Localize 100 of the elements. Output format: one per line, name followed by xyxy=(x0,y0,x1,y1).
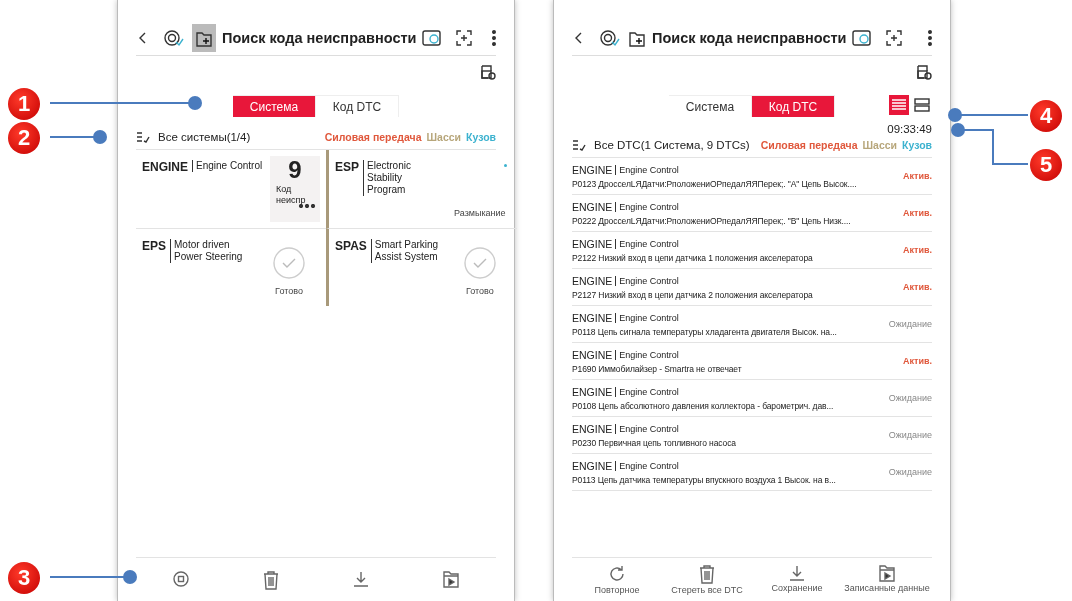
dtc-status: Актив. xyxy=(903,245,932,255)
dtc-description: P0123 ДросселLЯДатчи:РположениОРпедалЯЯПерек;. "A" Цепь Высок.... xyxy=(572,178,858,189)
status-text: Готово xyxy=(275,286,303,296)
tab[interactable]: Код DTC xyxy=(316,95,399,117)
download-icon xyxy=(788,564,806,582)
dtc-status: Ожидание xyxy=(888,467,932,477)
dtc-status: Ожидание xyxy=(888,393,932,403)
system-name: Engine Control xyxy=(615,423,679,434)
system-name: Engine Control xyxy=(615,312,679,323)
dtc-status: Актив. xyxy=(903,282,932,292)
system-name: Engine Control xyxy=(615,201,679,212)
dtc-status: Актив. xyxy=(903,171,932,181)
dtc-description: P2122 Низкий вход в цепи датчика 1 положения акселератора xyxy=(572,252,814,263)
trash-icon xyxy=(262,570,280,590)
fault-caption: Код неиспр xyxy=(276,184,307,206)
system-name: Engine Control xyxy=(615,238,679,249)
category-link[interactable]: Кузов xyxy=(466,131,496,143)
dtc-status: Актив. xyxy=(903,356,932,366)
stop-icon xyxy=(172,570,190,588)
system-name: Smart Parking Assist System xyxy=(370,239,449,263)
status-text: Размыкание xyxy=(454,208,506,218)
system-code: ENGINE xyxy=(142,160,188,174)
check-circle-icon xyxy=(462,246,497,280)
system-name: Engine Control xyxy=(615,275,679,286)
card-view-icon xyxy=(914,98,930,112)
toolbar-button[interactable]: Записанные данные xyxy=(842,564,932,601)
check-circle-icon xyxy=(272,246,306,280)
card-icon[interactable] xyxy=(852,29,873,47)
system-name: Motor driven Power Steering xyxy=(170,239,248,263)
refresh-icon xyxy=(607,564,627,584)
dtc-description: P0113 Цепь датчика температуры впускного воздуха 1 Высок. на в... xyxy=(572,474,837,485)
screen-title: Поиск кода неисправности xyxy=(222,30,417,46)
trash-icon xyxy=(698,564,716,584)
callout-number: 4 xyxy=(1030,100,1062,132)
fullscreen-icon[interactable] xyxy=(456,30,473,46)
category-link[interactable]: Кузов xyxy=(902,139,932,151)
fullscreen-icon[interactable] xyxy=(886,30,903,46)
system-name: Engine Control xyxy=(615,460,679,471)
toolbar-button[interactable]: Сохранение xyxy=(752,564,842,601)
callout-number: 3 xyxy=(8,562,40,594)
dtc-description: P0108 Цепь абсолютного давления коллектора - барометрич. дав... xyxy=(572,400,835,411)
category-link[interactable]: Шасси xyxy=(426,131,462,143)
checklist-icon[interactable] xyxy=(136,131,150,143)
system-code: ENGINE xyxy=(572,200,613,213)
category-link[interactable]: Шасси xyxy=(862,139,898,151)
view-mode-button[interactable] xyxy=(889,95,909,115)
category-link[interactable]: Силовая передача xyxy=(760,139,858,151)
dtc-description: P0118 Цепь сигнала температуры хладагента двигателя Высок. на... xyxy=(572,326,838,337)
fault-count: 9 xyxy=(288,156,302,184)
system-code: ENGINE xyxy=(572,237,613,250)
toolbar-button[interactable]: Повторное xyxy=(572,564,662,601)
system-name: Engine Control xyxy=(615,386,679,397)
folder-play-icon xyxy=(442,570,460,588)
toolbar-button[interactable]: Стереть все DTC xyxy=(662,564,752,601)
system-name: Engine Control xyxy=(615,349,679,360)
tab[interactable]: Система xyxy=(669,95,752,117)
screen-title: Поиск кода неисправности xyxy=(652,30,847,46)
tab[interactable]: Код DTC xyxy=(752,95,835,117)
dtc-description: P0222 ДросселLЯДатчи:РположениОРпедалЯЯПерек;. "B" Цепь Низк.... xyxy=(572,215,852,226)
system-code: ENGINE xyxy=(572,422,613,435)
system-code: ENGINE xyxy=(572,163,613,176)
dtc-description: P2127 Низкий вход в цепи датчика 2 положения акселератора xyxy=(572,289,814,300)
time-text: 09:33:49 xyxy=(887,123,932,135)
card-icon[interactable] xyxy=(422,29,443,47)
folder-play-icon xyxy=(878,564,896,582)
tab[interactable]: Система xyxy=(233,95,316,117)
system-code: ENGINE xyxy=(572,311,613,324)
fault-count-tile[interactable]: 9 Код неиспр xyxy=(270,156,320,222)
more-icon[interactable] xyxy=(492,30,497,46)
more-icon[interactable] xyxy=(298,204,316,208)
callout-number: 2 xyxy=(8,122,40,154)
dtc-status: Ожидание xyxy=(888,319,932,329)
callout-number: 5 xyxy=(1030,149,1062,181)
system-name: Electronic Stability Program xyxy=(363,160,442,196)
system-name: Engine Control xyxy=(615,164,679,175)
more-icon[interactable] xyxy=(928,30,932,46)
back-icon[interactable] xyxy=(574,31,584,45)
document-button[interactable] xyxy=(192,24,216,52)
fingerprint-icon[interactable] xyxy=(162,28,184,48)
system-code: ESP xyxy=(335,160,360,174)
dtc-description: P0230 Первичная цепь топливного насоса xyxy=(572,437,737,448)
dtc-status: Актив. xyxy=(903,208,932,218)
system-code: ENGINE xyxy=(572,348,613,361)
status-dot-icon xyxy=(503,164,507,167)
summary-text: Все системы(1/4) xyxy=(158,131,251,143)
dtc-description: P1690 Иммобилайзер - Smartra не отвечает xyxy=(572,363,743,374)
system-code: ENGINE xyxy=(572,274,613,287)
status-text: Готово xyxy=(465,286,494,296)
system-code: ENGINE xyxy=(572,385,613,398)
list-view-icon xyxy=(891,98,907,112)
system-code: SPAS xyxy=(335,239,367,253)
system-code: ENGINE xyxy=(572,459,613,472)
view-mode-button[interactable] xyxy=(912,95,932,115)
leader-line xyxy=(49,130,107,144)
dtc-status: Ожидание xyxy=(888,430,932,440)
checklist-icon[interactable] xyxy=(572,139,586,151)
callout-number: 1 xyxy=(8,88,40,120)
category-link[interactable]: Силовая передача xyxy=(324,131,422,143)
fingerprint-icon[interactable] xyxy=(598,28,620,48)
back-icon[interactable] xyxy=(138,31,148,45)
